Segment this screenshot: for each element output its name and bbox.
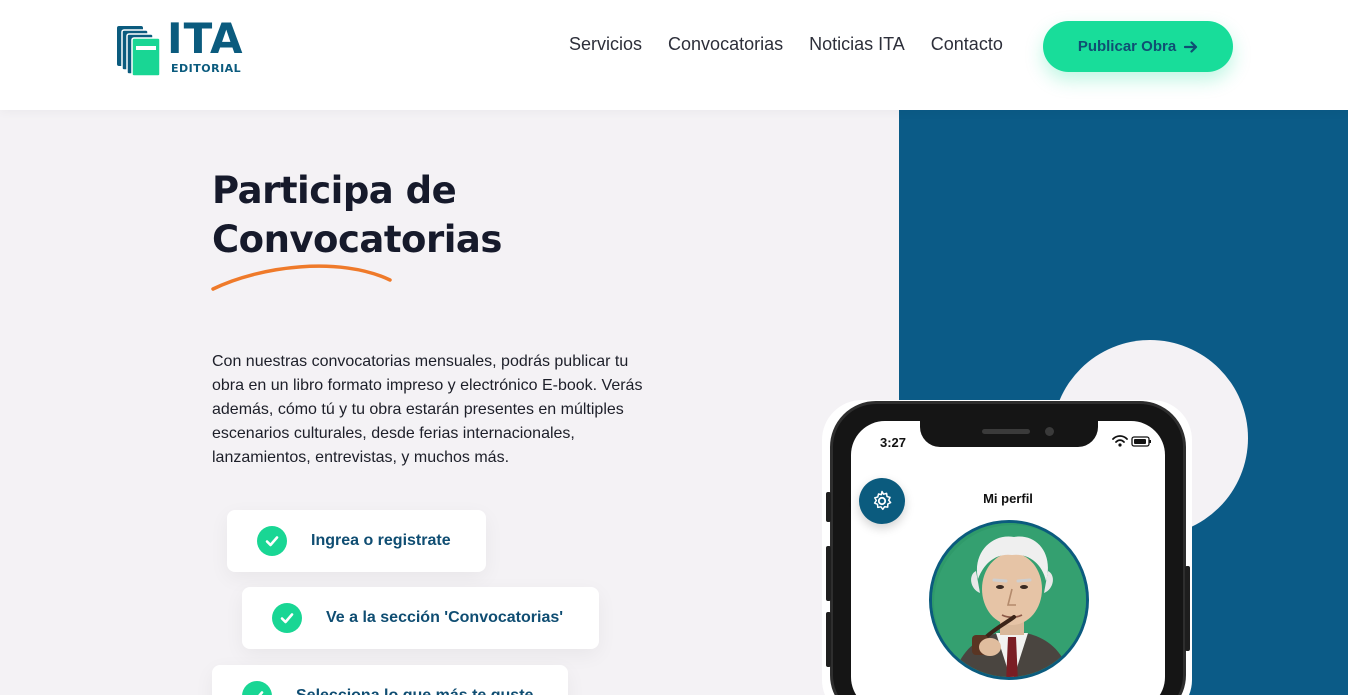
settings-button[interactable] <box>859 478 905 524</box>
books-logo-icon <box>117 26 161 77</box>
main-nav: Servicios Convocatorias Noticias ITA Con… <box>569 34 1003 55</box>
check-icon <box>242 681 272 695</box>
title-line-2: Convocatorias <box>212 218 502 261</box>
title-underline-swoosh <box>211 264 392 291</box>
publicar-obra-label: Publicar Obra <box>1077 38 1177 55</box>
nav-servicios[interactable]: Servicios <box>569 34 642 55</box>
arrow-right-icon <box>1184 40 1198 53</box>
step-card-select[interactable]: Selecciona lo que más te guste <box>212 665 568 695</box>
site-header: ITA EDITORIAL Servicios Convocatorias No… <box>0 0 1348 110</box>
check-icon <box>257 526 287 556</box>
phone-side-button <box>1185 566 1190 651</box>
battery-icon <box>1131 436 1151 447</box>
phone-camera <box>1045 427 1054 436</box>
wifi-icon <box>1112 435 1128 447</box>
title-line-1: Participa de <box>212 169 457 212</box>
step-label: Ingrea o registrate <box>311 532 451 549</box>
logo-subtext: EDITORIAL <box>171 62 242 75</box>
step-label: Ve a la sección 'Convocatorias' <box>326 609 564 626</box>
phone-side-button <box>826 492 831 522</box>
status-time: 3:27 <box>880 435 907 450</box>
step-card-register[interactable]: Ingrea o registrate <box>227 510 486 572</box>
status-icons <box>1112 435 1151 447</box>
nav-contacto[interactable]: Contacto <box>931 34 1003 55</box>
phone-side-button <box>826 546 831 601</box>
publicar-obra-button[interactable]: Publicar Obra <box>1043 21 1233 72</box>
step-label: Selecciona lo que más te guste <box>296 687 533 695</box>
avatar-portrait <box>932 523 1086 677</box>
nav-noticias-ita[interactable]: Noticias ITA <box>809 34 905 55</box>
profile-screen-title: Mi perfil <box>983 491 1033 506</box>
logo-wordmark: ITA <box>167 14 244 63</box>
check-icon <box>272 603 302 633</box>
gear-icon <box>873 490 892 511</box>
nav-convocatorias[interactable]: Convocatorias <box>668 34 783 55</box>
site-logo[interactable]: ITA EDITORIAL <box>115 18 255 78</box>
phone-notch <box>920 421 1098 447</box>
page-title: Participa de Convocatorias <box>212 166 502 264</box>
phone-side-button <box>826 612 831 667</box>
phone-speaker <box>982 429 1030 434</box>
profile-avatar <box>929 520 1089 680</box>
step-card-convocatorias[interactable]: Ve a la sección 'Convocatorias' <box>242 587 599 649</box>
hero-description: Con nuestras convocatorias mensuales, po… <box>212 353 643 466</box>
